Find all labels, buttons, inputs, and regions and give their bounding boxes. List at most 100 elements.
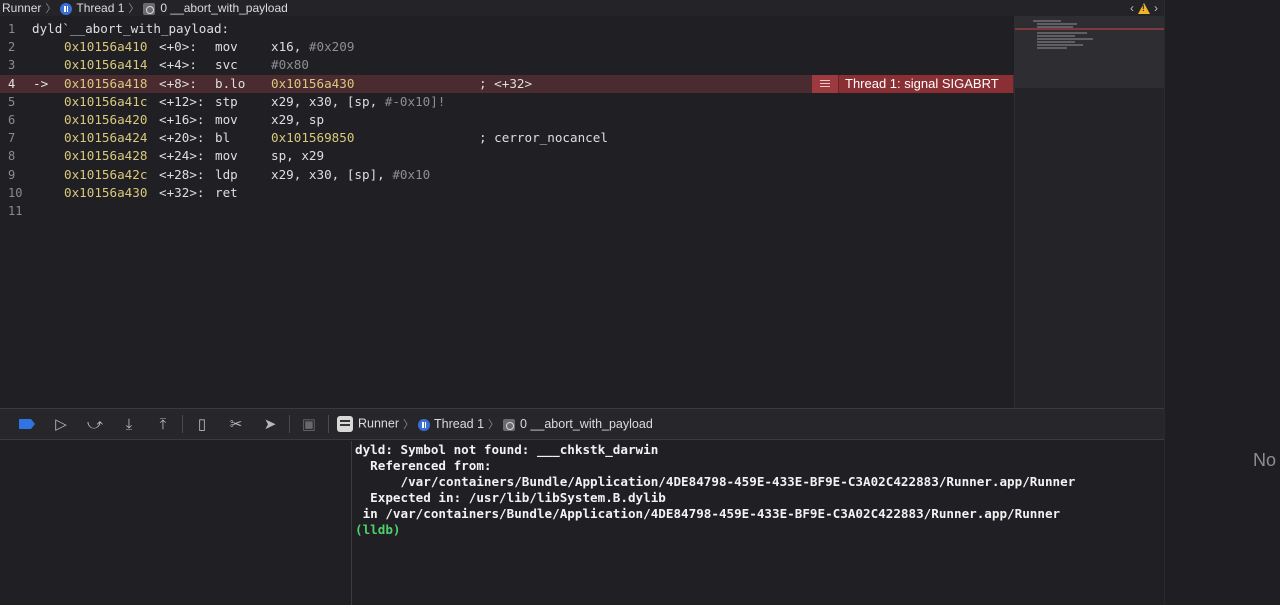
list-icon[interactable] [812,74,839,93]
instruction-offset: <+24>: [159,148,205,164]
issue-annotation[interactable]: Thread 1: signal SIGABRT [812,74,1013,93]
code-line[interactable]: 11 [0,202,1014,220]
operand-text: x29, x30, [sp], [271,166,393,182]
line-number: 11 [8,203,23,218]
code-line[interactable]: 9 0x10156a42c <+28>: ldp x29, x30, [sp], #0x… [0,166,1014,184]
jumpbar-frame[interactable]: 0 __abort_with_payload [143,1,288,15]
memory-graph-icon: ✂ [229,416,243,433]
instruction-offset: <+16>: [159,111,205,127]
view-hierarchy-icon: ▯ [197,416,207,433]
step-into-button[interactable]: ⤓ [112,408,146,440]
operand-immediate: #0x10 [392,166,431,182]
console-line: Referenced from: [355,458,492,474]
minimap-line [1037,47,1067,49]
console-line: dyld: Symbol not found: ___chkstk_darwin [355,442,659,457]
operand-text: x29, x30, [sp, [271,93,385,109]
minimap-line [1037,26,1073,28]
thread-icon [418,418,430,431]
operand-immediate: #0x80 [271,57,309,73]
line-number: 5 [8,94,16,109]
code-line[interactable]: 3 0x10156a414 <+4>: svc #0x80 [0,56,1014,74]
line-number: 7 [8,131,16,146]
code-line[interactable]: 10 0x10156a430 <+32>: ret [0,184,1014,202]
instruction-operands: sp, x29 [271,147,324,165]
debug-crumb-frame[interactable]: 0 __abort_with_payload [503,417,653,431]
minimap-line [1037,35,1075,37]
instruction-mnemonic: svc [215,57,238,73]
simulate-location-button[interactable]: ➤ [253,408,287,440]
step-over-button[interactable]: ⤻ [78,408,112,440]
view-hierarchy-button[interactable]: ▯ [185,408,219,440]
thread-icon [60,2,73,15]
chevron-left-icon[interactable]: ‹ [1130,1,1134,15]
code-area[interactable]: 1 dyld`__abort_with_payload: 2 0x10156a410 <… [0,20,1014,220]
breakpoints-toggle-button[interactable] [10,408,44,440]
instruction-mnemonic: mov [215,111,238,127]
continue-button[interactable]: ▷ [44,408,78,440]
operand-immediate: #0x209 [308,39,355,55]
step-over-icon: ⤻ [86,415,104,433]
line-number: 3 [8,58,16,73]
instruction-address: 0x10156a42c [64,166,148,182]
disassembly-editor[interactable]: 1 dyld`__abort_with_payload: 2 0x10156a410 <… [0,16,1014,408]
lldb-console[interactable]: dyld: Symbol not found: ___chkstk_darwin… [353,441,1164,605]
jumpbar-app[interactable]: Runner [2,1,41,15]
operand-text: x29, sp [271,111,325,127]
debug-breadcrumb: Runner 〉 Thread 1 〉 0 __abort_with_paylo… [331,416,653,432]
memory-graph-button[interactable]: ✂ [219,408,253,440]
line-number: 2 [8,40,16,55]
instruction-mnemonic: b.lo [215,75,246,91]
instruction-address: 0x10156a428 [64,148,148,164]
debug-bar: ▷ ⤻ ⤓ ⤒ ▯ ✂ ➤ ▣ Runner 〉 Thread 1 〉 0 __… [0,408,1164,440]
capture-gpu-frame-button[interactable]: ▣ [292,408,326,440]
instruction-operands: x29, sp [271,111,324,129]
variables-view[interactable] [0,441,352,605]
step-into-icon: ⤓ [125,415,133,433]
toolbar-divider [289,415,290,433]
issue-message: Thread 1: signal SIGABRT [845,75,999,91]
inspector-pane: No [1164,0,1280,605]
code-line[interactable]: 2 0x10156a410 <+0>: mov x16, #0x209 [0,38,1014,56]
code-line[interactable]: 5 0x10156a41c <+12>: stp x29, x30, [sp, #-0x… [0,93,1014,111]
debug-crumb-app[interactable]: Runner [337,416,399,432]
instruction-mnemonic: ldp [215,166,238,182]
instruction-operands: x29, x30, [sp, #-0x10]! [271,93,445,111]
console-line: in /var/containers/Bundle/Application/4D… [355,506,1061,522]
chevron-right-icon: 〉 [403,419,414,431]
operand-address: 0x10156a430 [271,75,355,91]
symbol-label: dyld`__abort_with_payload: [32,21,230,36]
code-line[interactable]: 1 dyld`__abort_with_payload: [0,20,1014,38]
debug-crumb-thread[interactable]: Thread 1 [418,417,484,431]
line-number: 9 [8,167,16,182]
instruction-operands: x16, #0x209 [271,38,354,56]
current-instruction-line[interactable]: 4 -> 0x10156a418 <+8>: b.lo 0x10156a430 ; <+32… [0,74,1014,93]
chevron-right-icon: 〉 [488,419,500,431]
chevron-right-icon[interactable]: › [1154,1,1158,15]
jumpbar-thread[interactable]: Thread 1 [60,1,124,15]
minimap[interactable] [1014,16,1165,408]
hide-debug-area-edge[interactable] [0,408,10,440]
code-line[interactable]: 6 0x10156a420 <+16>: mov x29, sp [0,111,1014,129]
instruction-address: 0x10156a420 [64,111,148,127]
code-line[interactable]: 8 0x10156a428 <+24>: mov sp, x29 [0,147,1014,165]
jump-bar: Runner 〉 Thread 1 〉 0 __abort_with_paylo… [0,0,1164,16]
instruction-mnemonic: stp [215,93,238,109]
lldb-prompt[interactable]: (lldb) [355,522,1164,538]
operand-text: x16, [271,39,309,55]
chevron-right-icon: 〉 [45,3,57,15]
chevron-right-icon: 〉 [128,3,140,15]
line-number: 8 [8,149,16,164]
step-out-button[interactable]: ⤒ [146,408,180,440]
instruction-mnemonic: bl [215,130,231,146]
minimap-line [1037,44,1083,46]
minimap-line [1037,32,1087,34]
breakpoint-icon [19,419,35,429]
line-number: 10 [8,185,23,200]
minimap-line [1037,41,1075,43]
warning-icon[interactable] [1138,2,1150,14]
code-line[interactable]: 7 0x10156a424 <+20>: bl 0x101569850 ; cerror_… [0,129,1014,147]
no-selection-text: No [1252,450,1276,470]
instruction-address: 0x10156a418 [64,75,148,91]
line-number: 1 [8,22,16,36]
minimap-current-line [1015,28,1165,30]
